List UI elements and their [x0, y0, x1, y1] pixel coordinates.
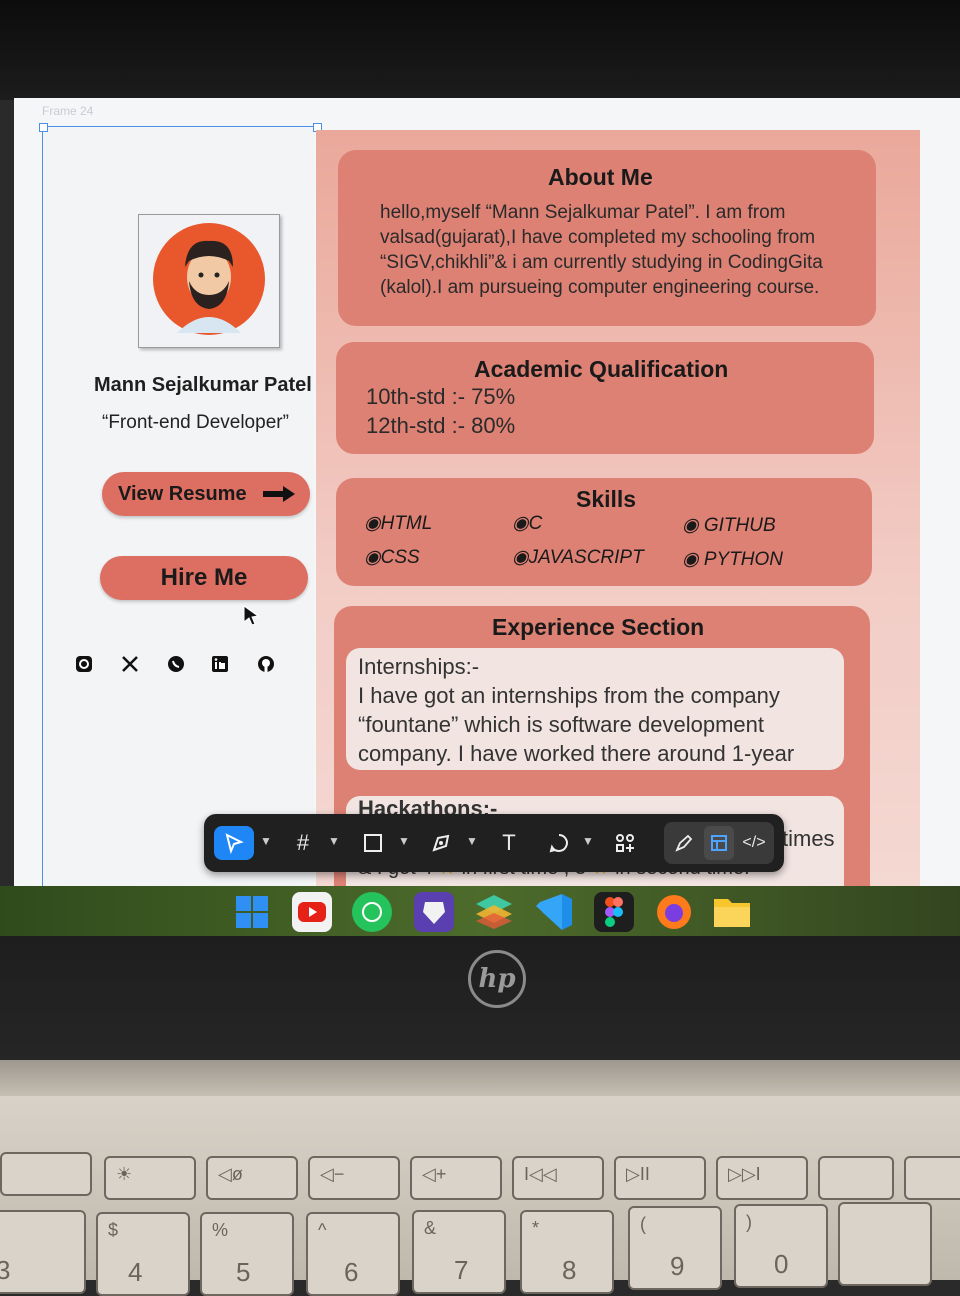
design-icon	[711, 835, 727, 851]
about-line: (kalol).I am pursueing computer engineer…	[380, 277, 820, 298]
youtube-icon[interactable]	[292, 892, 332, 932]
mute-icon: ◁ø	[218, 1164, 243, 1184]
experience-title: Experience Section	[492, 614, 705, 640]
content-panel: About Me hello,myself “Mann Sejalkumar P…	[316, 130, 920, 888]
about-line: hello,myself “Mann Sejalkumar Patel”. I …	[380, 202, 786, 223]
laptop-hinge	[0, 1060, 960, 1100]
skill-item: ◉JAVASCRIPT	[512, 547, 644, 568]
skills-card: Skills ◉HTML ◉C ◉ GITHUB ◉CSS ◉JAVASCRIP…	[336, 478, 872, 586]
academic-row: 10th-std :- 75%	[366, 384, 516, 409]
mute-key[interactable]: ◁ø	[206, 1156, 298, 1200]
vscode-icon[interactable]	[534, 892, 574, 932]
internship-box: Internships:- I have got an internships …	[346, 648, 844, 770]
layers-icon[interactable]	[474, 892, 514, 932]
text-icon: T	[502, 830, 516, 855]
skills-title: Skills	[576, 486, 637, 512]
previous-key[interactable]: I◁◁	[512, 1156, 604, 1200]
chevron-down-icon[interactable]: ▼	[582, 834, 594, 848]
rectangle-icon	[364, 834, 382, 852]
chevron-down-icon[interactable]: ▼	[398, 834, 410, 848]
chevron-down-icon[interactable]: ▼	[466, 834, 478, 848]
play-pause-key[interactable]: ▷II	[614, 1156, 706, 1200]
comment-tool-button[interactable]	[544, 826, 574, 860]
number-key[interactable]: & 7	[412, 1210, 506, 1294]
hp-logo: hp	[468, 950, 526, 1008]
number-key[interactable]: * 8	[520, 1210, 614, 1294]
volume-down-icon: ◁−	[320, 1164, 345, 1184]
about-line: valsad(gujarat),I have completed my scho…	[380, 227, 816, 248]
function-key[interactable]	[818, 1156, 894, 1200]
brightness-key[interactable]: ☀	[104, 1156, 196, 1200]
file-explorer-icon[interactable]	[712, 892, 752, 932]
firefox-icon[interactable]	[654, 892, 694, 932]
design-toolbar: ▼ # ▼ ▼ ▼ T ▼ </>	[204, 814, 784, 872]
sun-icon: ☀	[116, 1164, 133, 1184]
number-key[interactable]: ) 0	[734, 1204, 828, 1288]
whatsapp-icon[interactable]	[352, 892, 392, 932]
hash-icon: #	[296, 830, 310, 855]
academic-title: Academic Qualification	[474, 356, 729, 382]
pencil-icon	[675, 834, 693, 852]
mode-switcher: </>	[664, 822, 774, 864]
about-title: About Me	[548, 164, 653, 190]
function-key[interactable]	[904, 1156, 960, 1200]
chevron-down-icon[interactable]: ▼	[328, 834, 340, 848]
volume-up-key[interactable]: ◁+	[410, 1156, 502, 1200]
number-key[interactable]: ^ 6	[306, 1212, 400, 1296]
about-line: “SIGV,chikhli”& i am currently studying …	[380, 252, 823, 273]
brave-icon[interactable]	[414, 892, 454, 932]
screen: Frame 24 Mann Sejalkumar Patel “Front-en…	[14, 98, 960, 888]
number-key[interactable]: (9	[628, 1206, 722, 1290]
pointer-icon	[225, 833, 244, 854]
frame-selection	[39, 123, 322, 888]
about-card: About Me hello,myself “Mann Sejalkumar P…	[338, 150, 876, 326]
components-icon	[616, 834, 634, 852]
about-text: hello,myself “Mann Sejalkumar Patel”. I …	[380, 200, 823, 300]
number-key[interactable]	[838, 1202, 932, 1286]
number-key[interactable]: 3	[0, 1210, 86, 1294]
pen-tool-button[interactable]	[426, 826, 456, 860]
function-key[interactable]	[0, 1152, 92, 1196]
internship-heading: Internships:-	[358, 654, 480, 679]
internship-line: “fountane” which is software development	[358, 712, 764, 737]
skill-item: ◉ PYTHON	[682, 549, 784, 570]
skill-item: ◉HTML	[364, 513, 433, 534]
frame-label: Frame 24	[42, 104, 94, 118]
resize-handle[interactable]	[39, 123, 48, 132]
code-icon: </>	[742, 834, 766, 851]
skill-item: ◉C	[512, 513, 543, 534]
internship-line: I have got an internships from the compa…	[358, 683, 780, 708]
actions-tool-button[interactable]	[608, 826, 642, 860]
volume-down-key[interactable]: ◁−	[308, 1156, 400, 1200]
pen-icon	[432, 834, 450, 852]
shape-tool-button[interactable]	[358, 826, 388, 860]
chevron-down-icon[interactable]: ▼	[260, 834, 272, 848]
start-icon[interactable]	[232, 892, 272, 932]
move-tool-button[interactable]	[214, 826, 254, 860]
play-pause-icon: ▷II	[626, 1164, 650, 1184]
laptop-top-bezel	[0, 0, 960, 100]
dev-mode-button[interactable]: </>	[738, 826, 770, 860]
academic-card: Academic Qualification 10th-std :- 75% 1…	[336, 342, 874, 454]
comment-icon	[549, 834, 568, 853]
next-icon: ▷▷I	[728, 1164, 761, 1184]
volume-up-icon: ◁+	[422, 1164, 447, 1184]
hackathon-text: times	[782, 826, 835, 851]
academic-row: 12th-std :- 80%	[366, 413, 516, 438]
figma-icon[interactable]	[594, 892, 634, 932]
academic-rows: 10th-std :- 75% 12th-std :- 80%	[366, 382, 515, 440]
skill-item: ◉ GITHUB	[682, 515, 776, 536]
text-tool-button[interactable]: T	[494, 826, 524, 860]
number-key[interactable]: $4	[96, 1212, 190, 1296]
next-key[interactable]: ▷▷I	[716, 1156, 808, 1200]
number-key[interactable]: % 5	[200, 1212, 294, 1296]
design-mode-button[interactable]	[704, 826, 734, 860]
previous-icon: I◁◁	[524, 1164, 557, 1184]
internship-line: company. I have worked there around 1-ye…	[358, 741, 795, 766]
internship-text: Internships:- I have got an internships …	[358, 652, 794, 768]
frame-tool-button[interactable]: #	[288, 826, 318, 860]
skill-item: ◉CSS	[364, 547, 420, 568]
draw-mode-button[interactable]	[668, 826, 700, 860]
